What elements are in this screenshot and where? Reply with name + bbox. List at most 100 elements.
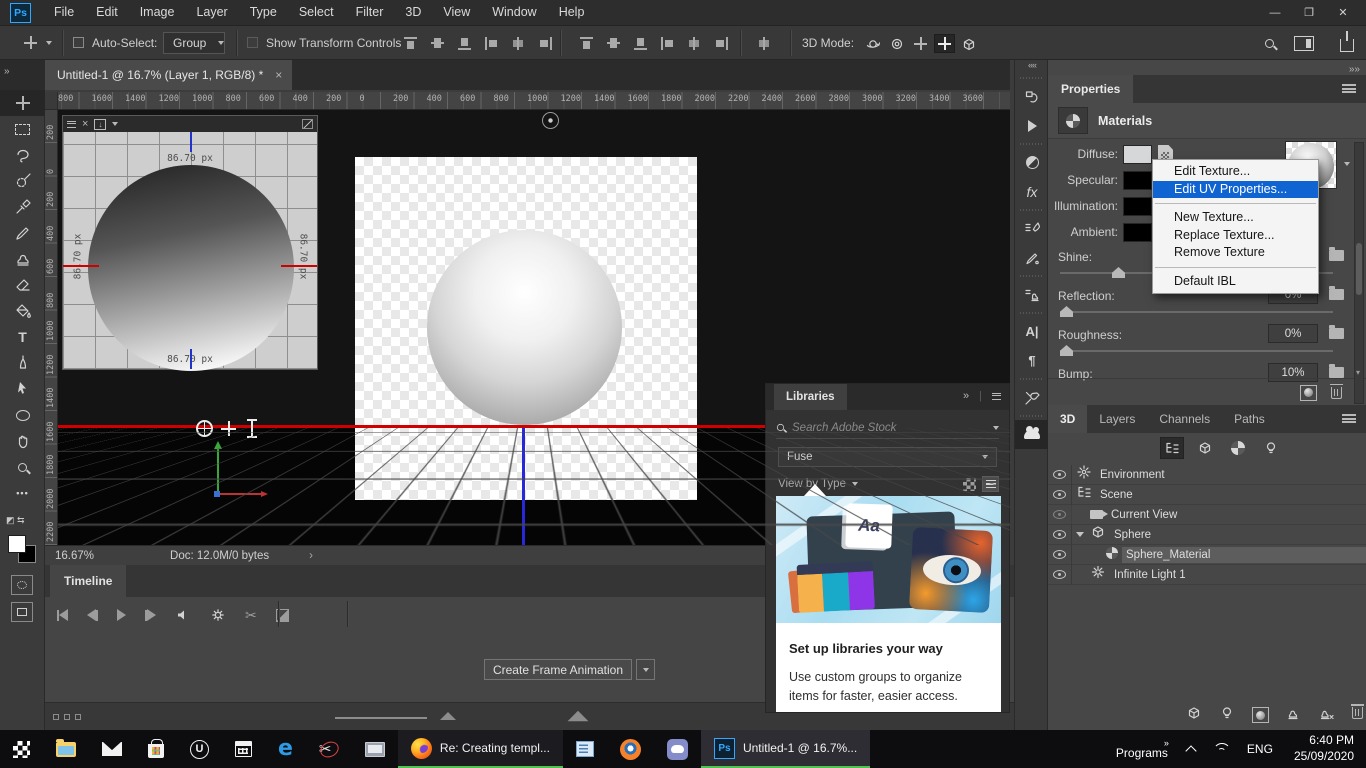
distribute-left-edges-icon[interactable] [659,37,676,50]
panel-menu-icon[interactable] [1342,414,1356,423]
texture-folder-icon[interactable] [1329,325,1344,344]
quick-selection-tool[interactable] [0,168,45,194]
color-swatch[interactable] [1123,197,1152,216]
uv-menu-icon[interactable] [67,120,76,128]
ibl-icon[interactable] [1300,384,1317,401]
chevron-down-icon[interactable] [112,122,119,126]
taskbar-discord[interactable] [654,730,701,768]
library-search-field[interactable]: Search Adobe Stock [776,417,999,439]
paragraph-panel-icon[interactable]: ¶ [1015,346,1049,375]
distribute-bottom-edges-icon[interactable] [632,37,649,50]
taskbar-unreal-engine[interactable]: U [177,730,222,768]
timeline-zoom-in-icon[interactable] [440,712,456,720]
visibility-eye-icon[interactable] [1048,564,1072,585]
pan-camera-widget-icon[interactable] [221,421,236,441]
horizontal-ruler[interactable]: 800 1600 1400 1200 1000 800 600 400 200 0 200 400 60… [45,92,1010,110]
slider-track[interactable] [1060,306,1333,317]
brush-settings-panel-icon[interactable] [1015,214,1049,243]
align-bottom-edges-icon[interactable] [456,37,473,50]
close-button[interactable]: ✕ [1326,0,1360,26]
grid-view-icon[interactable] [963,477,976,491]
color-swatch[interactable] [1123,171,1152,190]
create-frame-animation-button[interactable]: Create Frame Animation [484,659,632,680]
taskbar-file-explorer[interactable] [43,730,89,768]
distribute-top-edges-icon[interactable] [578,37,595,50]
align-horizontal-centers-icon[interactable] [510,37,527,50]
menu-image[interactable]: Image [129,0,186,25]
group-dropdown[interactable]: Group [163,32,225,54]
delete-instance-button[interactable] [1319,705,1335,726]
light-source-widget-icon[interactable] [542,112,559,129]
visibility-eye-icon[interactable] [1048,484,1072,505]
scrollbar-thumb[interactable] [1356,243,1362,295]
taskbar-firefox[interactable]: Re: Creating templ... [397,730,563,768]
slider-thumb[interactable] [1060,306,1073,317]
brush-tool[interactable] [0,220,45,246]
context-menu-item[interactable]: New Texture... [1153,209,1318,227]
tool-preset-caret-icon[interactable] [46,41,52,45]
lasso-tool[interactable] [0,142,45,168]
split-button[interactable]: ✂ [245,607,257,624]
menu-edit[interactable]: Edit [85,0,129,25]
clock[interactable]: 6:40 PM 25/09/2020 [1282,733,1366,764]
tab-paths[interactable]: Paths [1222,405,1277,433]
taskbar-mail[interactable] [89,730,135,768]
clone-source-panel-icon[interactable] [1015,280,1049,309]
visibility-eye-icon[interactable] [1048,544,1072,565]
collapse-dock-icon[interactable]: «« [1015,60,1049,74]
3d-axis-widget[interactable] [210,440,320,510]
tab-channels[interactable]: Channels [1147,405,1222,433]
document-tab[interactable]: Untitled-1 @ 16.7% (Layer 1, RGB/8) * × [45,60,293,90]
collapse-panel-icon[interactable]: » [963,390,969,402]
hand-tool[interactable] [0,428,45,454]
orbit-camera-widget-icon[interactable] [196,420,213,437]
tab-3d[interactable]: 3D [1048,405,1088,433]
timeline-zoom-slider[interactable] [335,717,427,719]
settings-button[interactable] [210,607,226,623]
show-hidden-icons[interactable] [1178,730,1204,768]
styles-panel-icon[interactable]: fx [1015,177,1049,206]
move-tool[interactable] [0,90,45,116]
swap-colors-icon[interactable]: ◩ ⇆ [6,515,40,529]
uv-close-icon[interactable]: × [82,118,88,130]
timeline-option-icon[interactable] [53,714,59,720]
taskbar-document-viewer[interactable] [563,730,607,768]
timeline-scroll-handle[interactable] [567,710,589,722]
minimize-button[interactable]: — [1258,0,1292,26]
context-menu-item[interactable]: Default IBL [1153,273,1318,291]
material-preview-chevron-icon[interactable] [1344,162,1350,166]
actions-panel-icon[interactable] [1015,111,1049,140]
new-instance-button[interactable] [1286,705,1302,726]
create-animation-dropdown-icon[interactable] [636,659,655,680]
visibility-eye-icon[interactable] [1048,504,1072,525]
brushes-panel-icon[interactable] [1015,243,1049,272]
library-collection-dropdown[interactable]: Fuse [778,447,997,467]
filter-materials-icon[interactable] [1226,437,1250,459]
taskbar-edge[interactable]: e [265,730,306,768]
uv-update-icon[interactable]: ↓ [94,118,107,130]
timeline-tab[interactable]: Timeline [50,565,127,597]
panel-menu-icon[interactable] [1342,84,1356,93]
scene-tree-row[interactable]: Scene [1048,484,1366,505]
new-mesh-button[interactable] [1186,705,1202,726]
context-menu-item[interactable]: Remove Texture [1153,244,1318,262]
expand-toolbar-icon[interactable]: » [4,66,10,77]
scene-tree-row[interactable]: Current View [1048,504,1366,525]
add-ibl-button[interactable] [1252,707,1269,723]
taskbar-snipping-tool[interactable]: ✂ [306,730,352,768]
tab-layers[interactable]: Layers [1087,405,1147,433]
timeline-option-icon[interactable] [75,714,81,720]
play-button[interactable] [117,609,126,621]
menu-layer[interactable]: Layer [185,0,238,25]
tab-libraries[interactable]: Libraries [774,384,847,410]
uv-swap-view-icon[interactable] [302,119,313,129]
visibility-eye-icon[interactable] [1048,464,1072,485]
pen-tool[interactable] [0,350,45,376]
filter-lights-icon[interactable] [1259,437,1283,459]
timeline-option-icon[interactable] [64,714,70,720]
ellipse-tool[interactable] [0,402,45,428]
collapse-panels-icon[interactable]: »» [1349,64,1360,75]
properties-scrollbar[interactable]: ▾ [1354,142,1364,404]
zoom-tool[interactable] [0,454,45,480]
search-icon[interactable] [1265,35,1274,53]
